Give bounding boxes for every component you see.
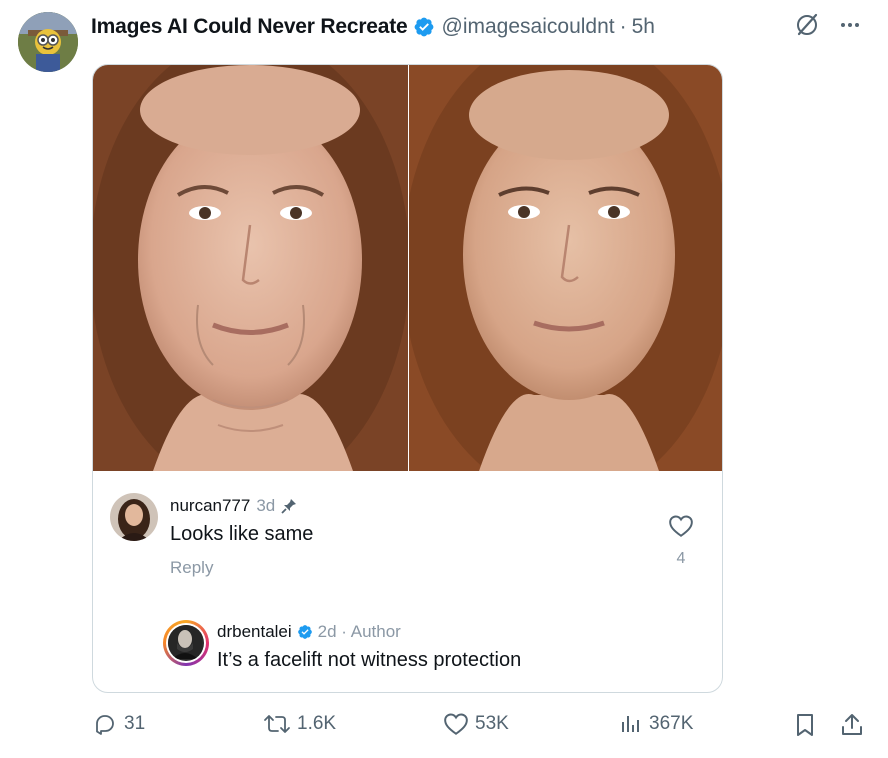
like-button[interactable]: 53K [443, 712, 509, 736]
header-actions [794, 12, 862, 38]
author-reply-header: drbentalei 2d · Author [217, 622, 401, 642]
repost-count: 1.6K [297, 713, 337, 734]
views-count: 367K [649, 713, 694, 734]
pin-icon [281, 498, 297, 514]
bookmark-button[interactable] [794, 712, 816, 738]
like-count: 53K [475, 713, 509, 734]
comment-text: Looks like same [170, 523, 314, 545]
verified-badge-icon [297, 624, 313, 640]
reply-button[interactable]: 31 [92, 712, 145, 736]
avatar [168, 625, 204, 661]
views-button[interactable]: 367K [619, 712, 693, 736]
before-after-photos[interactable] [93, 65, 722, 471]
author-reply-text: It’s a facelift not witness protection [217, 649, 522, 671]
bookmark-icon [794, 712, 816, 738]
separator-dot: · [619, 15, 627, 38]
reply-count: 31 [124, 713, 146, 734]
heart-icon[interactable] [668, 514, 694, 538]
comment-age: 3d [256, 496, 276, 515]
post-time[interactable]: 5h [632, 15, 655, 39]
reply-icon [92, 712, 118, 736]
repost-icon [263, 712, 291, 736]
media-card[interactable]: nurcan777 3d Looks like same Reply 4 drb… [92, 64, 723, 693]
avatar-ring [166, 623, 206, 663]
heart-icon [443, 712, 469, 736]
grok-icon[interactable] [794, 12, 820, 38]
author-reply-username[interactable]: drbentalei [217, 622, 292, 642]
author-handle[interactable]: @imagesaicouldnt [442, 15, 615, 39]
author-avatar[interactable] [18, 12, 78, 72]
share-icon [840, 712, 864, 738]
share-button[interactable] [840, 712, 864, 738]
views-icon [619, 712, 643, 736]
after-photo[interactable] [408, 65, 722, 471]
author-name[interactable]: Images AI Could Never Recreate [91, 15, 408, 39]
comment-header: nurcan777 3d [170, 496, 297, 516]
before-photo[interactable] [93, 65, 409, 471]
comment-like[interactable]: 4 [668, 514, 694, 568]
comment-reply-button[interactable]: Reply [170, 558, 213, 578]
verified-badge-icon[interactable] [413, 16, 435, 38]
author-reply-meta: 2d · Author [317, 622, 401, 641]
author-reply-avatar[interactable] [163, 620, 209, 666]
post-header: Images AI Could Never Recreate @imagesai… [91, 13, 655, 41]
comment-like-count: 4 [676, 550, 686, 567]
repost-button[interactable]: 1.6K [263, 712, 336, 736]
commenter-username[interactable]: nurcan777 [170, 496, 250, 516]
commenter-avatar[interactable] [110, 493, 158, 541]
more-icon[interactable] [838, 13, 862, 37]
post-action-bar: 31 1.6K 53K 367K [0, 712, 888, 742]
